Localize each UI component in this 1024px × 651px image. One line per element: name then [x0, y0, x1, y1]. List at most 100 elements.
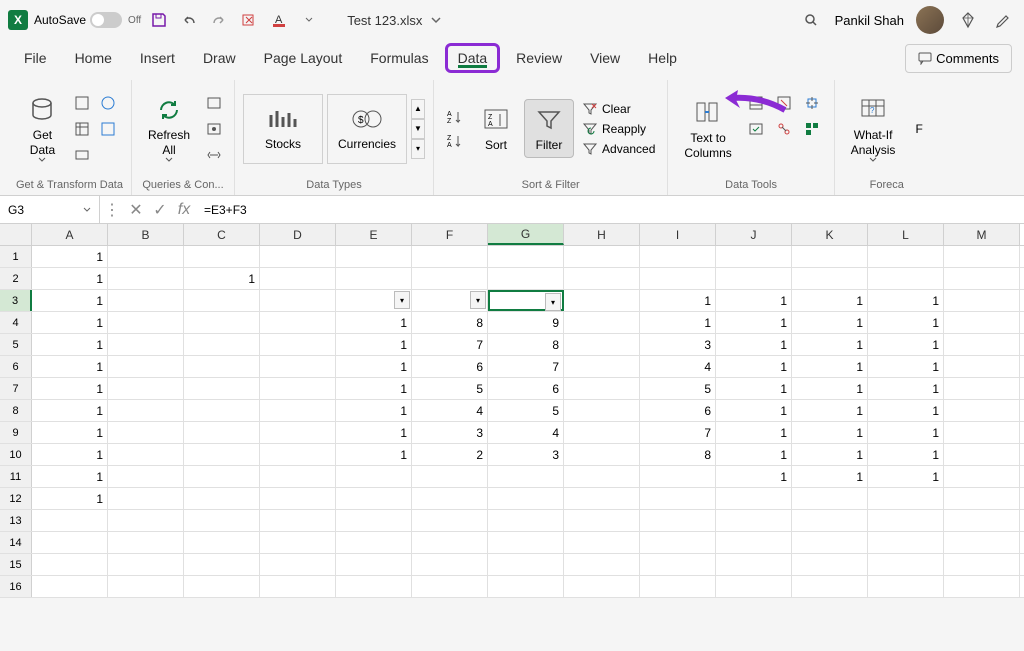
formula-input[interactable]: [196, 203, 1024, 217]
cell-J4[interactable]: 1: [716, 312, 792, 333]
refresh-all-button[interactable]: Refresh All: [140, 90, 198, 167]
cell-D11[interactable]: [260, 466, 336, 487]
cell-G6[interactable]: 7: [488, 356, 564, 377]
row-header-5[interactable]: 5: [0, 334, 32, 355]
cell-C16[interactable]: [184, 576, 260, 597]
autosave-toggle[interactable]: AutoSave Off: [34, 12, 141, 28]
cell-B14[interactable]: [108, 532, 184, 553]
sort-desc-button[interactable]: ZA: [442, 131, 468, 151]
cell-A6[interactable]: 1: [32, 356, 108, 377]
row-header-15[interactable]: 15: [0, 554, 32, 575]
row-header-6[interactable]: 6: [0, 356, 32, 377]
tab-home[interactable]: Home: [63, 44, 124, 72]
undo-button[interactable]: [177, 8, 201, 32]
cell-B13[interactable]: [108, 510, 184, 531]
col-header-M[interactable]: M: [944, 224, 1020, 245]
sort-asc-button[interactable]: AZ: [442, 107, 468, 127]
cell-C5[interactable]: [184, 334, 260, 355]
cell-I7[interactable]: 5: [640, 378, 716, 399]
cell-D6[interactable]: [260, 356, 336, 377]
cell-B2[interactable]: [108, 268, 184, 289]
cell-D12[interactable]: [260, 488, 336, 509]
cell-C7[interactable]: [184, 378, 260, 399]
cell-B5[interactable]: [108, 334, 184, 355]
forecast-sheet-button[interactable]: F: [907, 116, 930, 140]
cell-F11[interactable]: [412, 466, 488, 487]
cell-D15[interactable]: [260, 554, 336, 575]
col-header-H[interactable]: H: [564, 224, 640, 245]
consolidate-button[interactable]: [800, 91, 824, 115]
cell-M14[interactable]: [944, 532, 1020, 553]
cell-E5[interactable]: 1: [336, 334, 412, 355]
cell-J1[interactable]: [716, 246, 792, 267]
cell-G11[interactable]: [488, 466, 564, 487]
cell-H9[interactable]: [564, 422, 640, 443]
cell-L3[interactable]: 1: [868, 290, 944, 311]
from-table-button[interactable]: [70, 117, 94, 141]
cell-L7[interactable]: 1: [868, 378, 944, 399]
cell-I2[interactable]: [640, 268, 716, 289]
remove-duplicates-button[interactable]: [772, 91, 796, 115]
cell-B8[interactable]: [108, 400, 184, 421]
cell-I14[interactable]: [640, 532, 716, 553]
tab-help[interactable]: Help: [636, 44, 689, 72]
cell-G5[interactable]: 8: [488, 334, 564, 355]
cell-I11[interactable]: [640, 466, 716, 487]
queries-connections-button[interactable]: [202, 91, 226, 115]
cell-J5[interactable]: 1: [716, 334, 792, 355]
cell-H8[interactable]: [564, 400, 640, 421]
cell-L5[interactable]: 1: [868, 334, 944, 355]
font-color-button[interactable]: A: [267, 8, 291, 32]
cell-C8[interactable]: [184, 400, 260, 421]
cell-J11[interactable]: 1: [716, 466, 792, 487]
cell-J12[interactable]: [716, 488, 792, 509]
cell-L15[interactable]: [868, 554, 944, 575]
currencies-button[interactable]: $ Currencies: [327, 94, 407, 164]
cell-M3[interactable]: [944, 290, 1020, 311]
cell-I12[interactable]: [640, 488, 716, 509]
what-if-analysis-button[interactable]: ? What-If Analysis: [843, 90, 904, 167]
clear-button[interactable]: Clear: [578, 100, 659, 118]
name-box[interactable]: G3: [0, 196, 100, 223]
cell-J7[interactable]: 1: [716, 378, 792, 399]
cell-K6[interactable]: 1: [792, 356, 868, 377]
cell-K1[interactable]: [792, 246, 868, 267]
cell-C6[interactable]: [184, 356, 260, 377]
cell-C1[interactable]: [184, 246, 260, 267]
cell-K5[interactable]: 1: [792, 334, 868, 355]
cell-C3[interactable]: [184, 290, 260, 311]
col-header-C[interactable]: C: [184, 224, 260, 245]
cell-H4[interactable]: [564, 312, 640, 333]
cell-G7[interactable]: 6: [488, 378, 564, 399]
cell-L6[interactable]: 1: [868, 356, 944, 377]
cell-H7[interactable]: [564, 378, 640, 399]
cell-H6[interactable]: [564, 356, 640, 377]
cell-I5[interactable]: 3: [640, 334, 716, 355]
row-header-14[interactable]: 14: [0, 532, 32, 553]
cell-H14[interactable]: [564, 532, 640, 553]
cell-J10[interactable]: 1: [716, 444, 792, 465]
cell-J15[interactable]: [716, 554, 792, 575]
tab-page-layout[interactable]: Page Layout: [252, 44, 355, 72]
row-header-10[interactable]: 10: [0, 444, 32, 465]
cell-K11[interactable]: 1: [792, 466, 868, 487]
fx-button[interactable]: fx: [172, 196, 196, 223]
tab-review[interactable]: Review: [504, 44, 574, 72]
cell-K4[interactable]: 1: [792, 312, 868, 333]
col-header-A[interactable]: A: [32, 224, 108, 245]
cell-L4[interactable]: 1: [868, 312, 944, 333]
cell-D1[interactable]: [260, 246, 336, 267]
cell-A4[interactable]: 1: [32, 312, 108, 333]
cell-E12[interactable]: [336, 488, 412, 509]
row-header-8[interactable]: 8: [0, 400, 32, 421]
cell-A10[interactable]: 1: [32, 444, 108, 465]
datatype-up-button[interactable]: ▲: [411, 99, 425, 119]
cell-A7[interactable]: 1: [32, 378, 108, 399]
get-data-button[interactable]: Get Data: [18, 90, 66, 167]
cell-H16[interactable]: [564, 576, 640, 597]
cell-G8[interactable]: 5: [488, 400, 564, 421]
cell-F6[interactable]: 6: [412, 356, 488, 377]
cell-G9[interactable]: 4: [488, 422, 564, 443]
pen-icon[interactable]: [992, 8, 1016, 32]
cell-H1[interactable]: [564, 246, 640, 267]
